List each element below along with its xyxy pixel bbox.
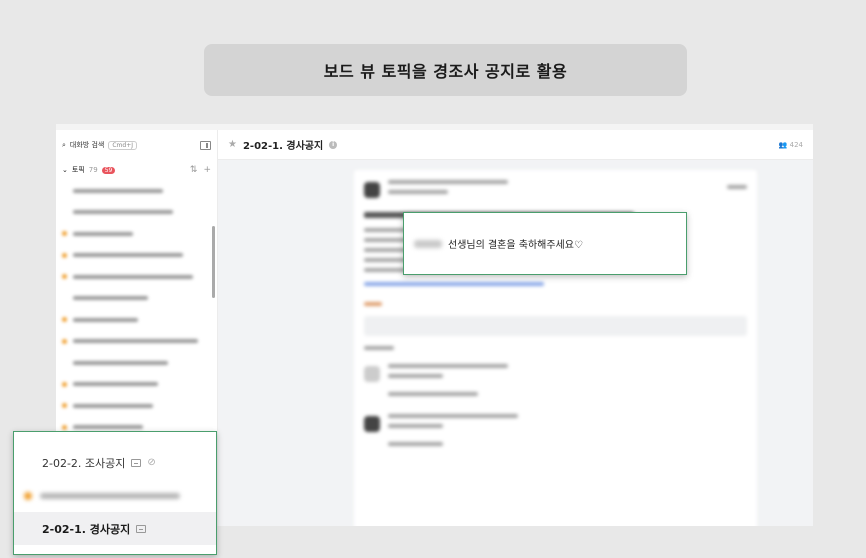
post-title-text: 선생님의 결혼을 축하해주세요♡ [448,240,583,251]
list-item[interactable] [62,202,211,224]
list-item[interactable] [62,352,211,374]
list-item[interactable] [62,395,211,417]
topic-count: 79 [88,166,98,174]
page-title: 2-02-1. 경사공지 [242,141,324,152]
list-item[interactable] [62,223,211,245]
search-label: 대화방 검색 [69,141,105,149]
banner-title: 보드 뷰 토픽을 경조사 공지로 활용 [204,44,687,96]
sort-icon[interactable]: ⇅ [190,165,198,175]
topic-list [56,180,217,438]
topic-name: 2-02-2. 조사공지 [42,456,126,470]
list-item[interactable] [62,288,211,310]
highlight-topic-list: 2-02-2. 조사공지 ⊘ 2-02-1. 경사공지 [13,431,217,555]
topic-label: 토픽 [71,166,85,174]
info-icon[interactable]: i [329,140,338,149]
search-shortcut: Cmd+J [108,140,137,150]
star-icon[interactable]: ★ [228,139,237,150]
members-icon: 👥 [778,140,788,149]
sidebar-item-condolence[interactable]: 2-02-2. 조사공지 ⊘ [14,446,216,479]
list-item[interactable] [62,180,211,202]
panel-toggle-icon[interactable] [200,140,211,150]
topic-name: 2-02-1. 경사공지 [42,522,131,536]
topic-header[interactable]: ⌄ 토픽 79 59 ⇅ + [56,160,217,180]
add-topic-icon[interactable]: + [203,165,211,175]
message-icon [136,524,147,533]
list-item[interactable] [62,245,211,267]
avatar [364,182,380,198]
highlight-post-title: 선생님의 결혼을 축하해주세요♡ [403,212,687,275]
sidebar-scrollbar[interactable] [212,226,215,298]
list-item[interactable] [62,309,211,331]
sidebar-item-blurred[interactable] [14,479,216,512]
list-item[interactable] [62,266,211,288]
list-item[interactable] [62,331,211,353]
sidebar-item-congratulation[interactable]: 2-02-1. 경사공지 [14,512,216,545]
main-panel: ★ 2-02-1. 경사공지 i 👥 424 [218,130,813,526]
sidebar-search[interactable]: ⌕ 대화방 검색 Cmd+J [56,130,217,160]
chevron-down-icon: ⌄ [62,166,68,174]
message-icon [131,458,142,467]
member-count[interactable]: 👥 424 [779,141,803,149]
unread-badge: 59 [101,166,116,174]
search-icon: ⌕ [62,140,66,149]
list-item[interactable] [62,374,211,396]
main-header: ★ 2-02-1. 경사공지 i 👥 424 [218,130,813,160]
mute-icon: ⊘ [147,457,156,468]
